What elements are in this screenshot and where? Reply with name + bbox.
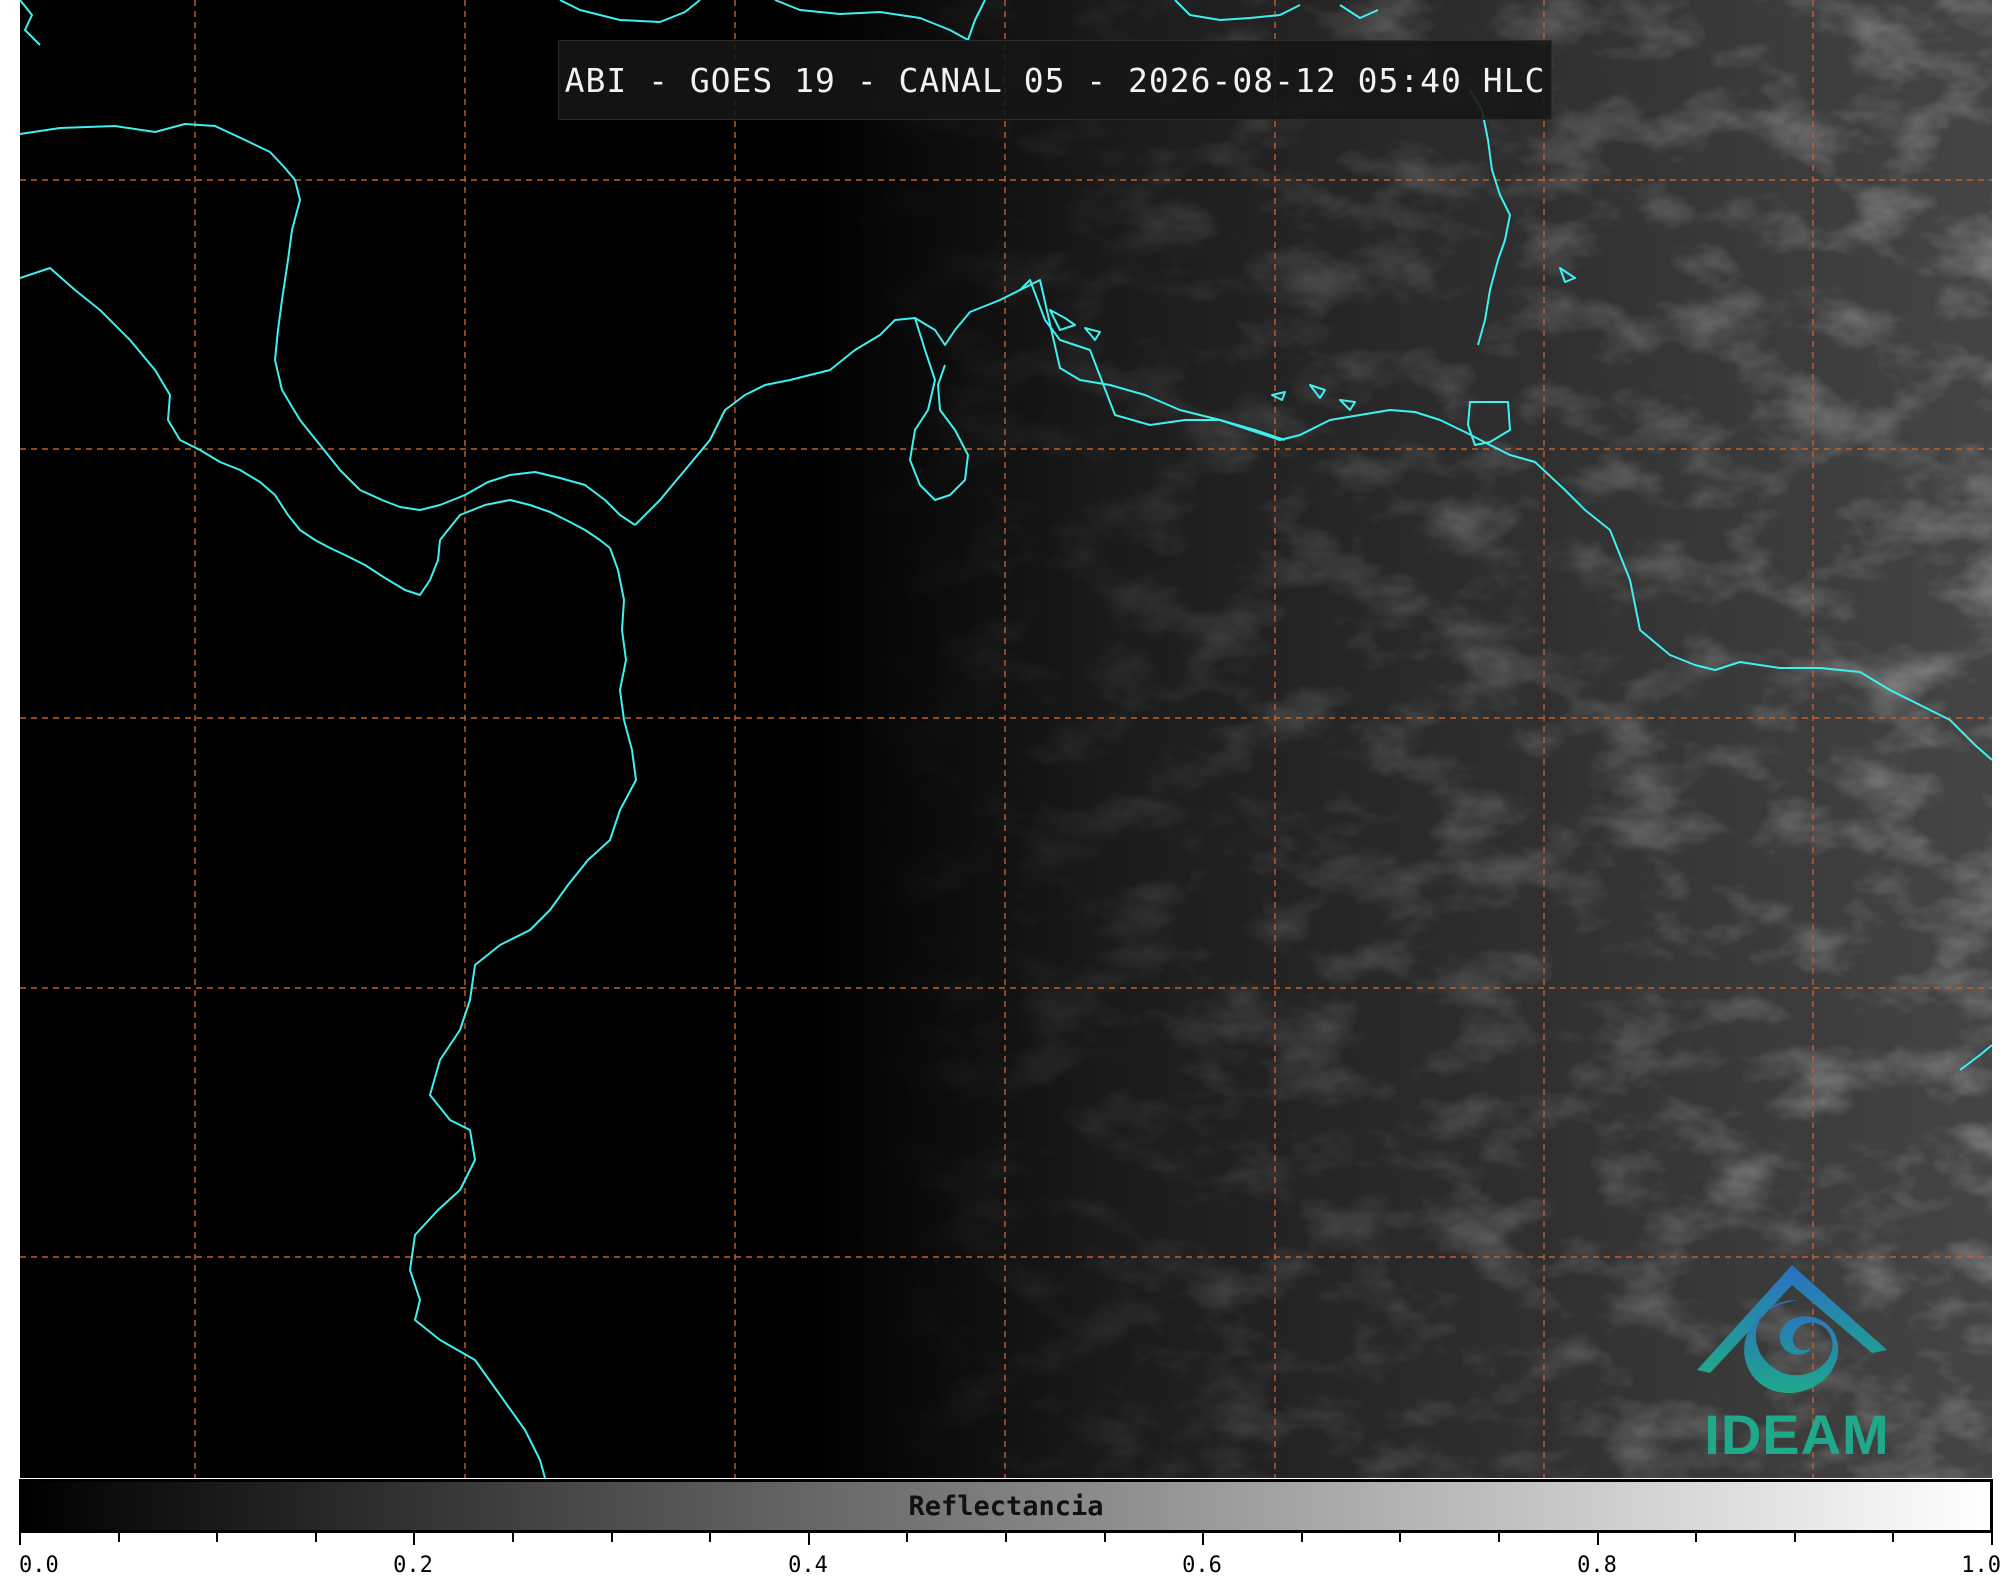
colorbar-ticks: 0.0 0.2 0.4 0.6 0.8 1.0 (19, 1533, 2001, 1578)
colorbar-tick-label: 0.4 (788, 1553, 828, 1578)
colorbar-minor-tick (512, 1533, 514, 1542)
colorbar-minor-tick (1104, 1533, 1106, 1542)
colorbar-tick-label: 0.8 (1577, 1553, 1617, 1578)
colorbar-minor-tick (1301, 1533, 1303, 1542)
map-title: ABI - GOES 19 - CANAL 05 - 2026-08-12 05… (564, 60, 1546, 100)
colorbar-tick-label: 1.0 (1961, 1553, 2001, 1578)
colorbar-minor-tick (1498, 1533, 1500, 1542)
satellite-map: ABI - GOES 19 - CANAL 05 - 2026-08-12 05… (20, 0, 1992, 1478)
colorbar-minor-tick (709, 1533, 711, 1542)
ideam-logo-icon (1697, 1265, 1887, 1394)
colorbar-minor-tick (1892, 1533, 1894, 1542)
colorbar-minor-tick (118, 1533, 120, 1542)
colorbar-tick-label: 0.2 (393, 1553, 433, 1578)
colorbar-minor-tick (611, 1533, 613, 1542)
colorbar-minor-tick (906, 1533, 908, 1542)
colorbar-minor-tick (216, 1533, 218, 1542)
colorbar-major-tick (413, 1533, 415, 1545)
colorbar-tick-label: 0.0 (19, 1553, 59, 1578)
colorbar: Reflectancia (19, 1479, 1993, 1533)
colorbar-minor-tick (1399, 1533, 1401, 1542)
logo-text: IDEAM (1704, 1403, 1890, 1466)
colorbar-major-tick (808, 1533, 810, 1545)
colorbar-minor-tick (315, 1533, 317, 1542)
title-box: ABI - GOES 19 - CANAL 05 - 2026-08-12 05… (558, 40, 1552, 120)
colorbar-major-tick (1202, 1533, 1204, 1545)
colorbar-major-tick (1597, 1533, 1599, 1545)
ideam-logo: IDEAM (1682, 1255, 1912, 1475)
colorbar-minor-tick (1794, 1533, 1796, 1542)
colorbar-major-tick (1991, 1533, 1993, 1545)
colorbar-minor-tick (1695, 1533, 1697, 1542)
colorbar-tick-label: 0.6 (1182, 1553, 1222, 1578)
colorbar-major-tick (19, 1533, 21, 1545)
colorbar-label: Reflectancia (908, 1490, 1104, 1522)
colorbar-minor-tick (1005, 1533, 1007, 1542)
